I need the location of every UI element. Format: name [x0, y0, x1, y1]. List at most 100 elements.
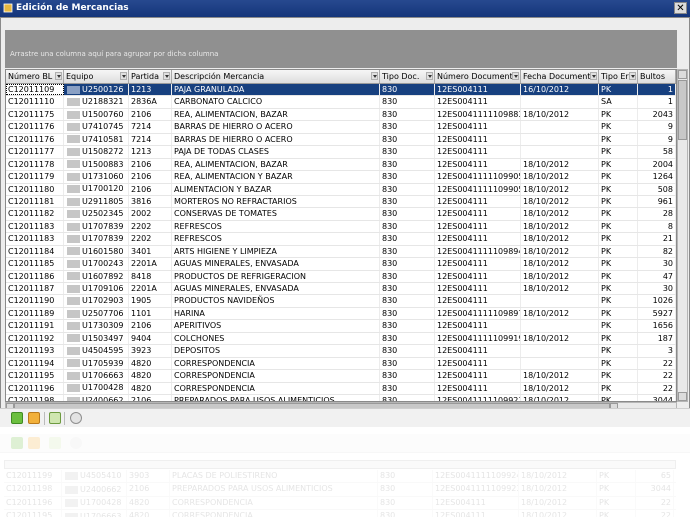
cell-tipo-envase[interactable]: PK: [599, 183, 638, 195]
table-row[interactable]: C12011183 U1707839 2202 REFRESCOS 830 12ES004…: [6, 233, 676, 246]
cell-description[interactable]: CORRESPONDENCIA: [172, 370, 380, 382]
cell-doc-date[interactable]: 18/10/2012: [521, 183, 599, 195]
cell-doc-number[interactable]: 12ES004111: [435, 133, 521, 146]
cell-bl-number[interactable]: C12011196: [6, 382, 64, 394]
cell-description[interactable]: ARTS HIGIENE Y LIMPIEZA: [172, 245, 380, 258]
cell-doc-date[interactable]: 18/10/2012: [521, 245, 599, 258]
cell-doc-number[interactable]: 12ES004111110989795: [435, 307, 521, 320]
cell-doc-number[interactable]: 12ES004111: [435, 258, 521, 270]
cell-partida[interactable]: 2201A: [129, 283, 172, 295]
cell-doc-type[interactable]: 830: [380, 307, 435, 320]
cell-tipo-envase[interactable]: SA: [599, 96, 638, 108]
cell-partida[interactable]: 2106: [129, 171, 172, 183]
cell-bultos[interactable]: 9: [638, 121, 676, 133]
cell-doc-type[interactable]: 830: [380, 320, 435, 332]
cell-doc-date[interactable]: [521, 133, 599, 146]
cell-partida[interactable]: 2202: [129, 220, 172, 233]
cell-doc-date[interactable]: 18/10/2012: [521, 171, 599, 183]
cell-equipment[interactable]: U1700243: [64, 258, 129, 270]
cell-tipo-envase[interactable]: PK: [599, 171, 638, 183]
cell-tipo-envase[interactable]: PK: [599, 332, 638, 345]
cell-tipo-envase[interactable]: PK: [599, 121, 638, 133]
cell-bultos[interactable]: 508: [638, 183, 676, 195]
cell-equipment[interactable]: U2500126: [64, 84, 129, 96]
cell-bultos[interactable]: 22: [638, 382, 676, 394]
cell-doc-number[interactable]: 12ES004111110989480: [435, 245, 521, 258]
cell-description[interactable]: PAJA DE TODAS CLASES: [172, 146, 380, 158]
cell-description[interactable]: REA, ALIMENTACION Y BAZAR: [172, 171, 380, 183]
cell-partida[interactable]: 1213: [129, 146, 172, 158]
cell-doc-number[interactable]: 12ES004111: [435, 370, 521, 382]
table-row[interactable]: C12011193 U4504595 3923 DEPOSITOS 830 12ES004…: [6, 345, 676, 358]
cell-description[interactable]: PRODUCTOS NAVIDEÑOS: [172, 295, 380, 307]
cell-partida[interactable]: 3923: [129, 345, 172, 357]
cell-doc-date[interactable]: 18/10/2012: [521, 382, 599, 394]
cell-partida[interactable]: 8418: [129, 270, 172, 282]
filter-dropdown-icon[interactable]: [512, 72, 519, 80]
column-header-partida[interactable]: Partida: [129, 70, 172, 83]
filter-dropdown-icon[interactable]: [629, 72, 636, 80]
cell-bl-number[interactable]: C12011182: [6, 208, 64, 220]
cell-doc-number[interactable]: 12ES004111: [435, 220, 521, 233]
cell-equipment[interactable]: U1503497: [64, 332, 129, 345]
cell-bl-number[interactable]: C12011176: [6, 121, 64, 133]
cell-doc-number[interactable]: 12ES004111: [435, 146, 521, 158]
refresh-icon[interactable]: [70, 412, 82, 424]
cell-bultos[interactable]: 961: [638, 195, 676, 208]
cell-doc-type[interactable]: 830: [380, 270, 435, 282]
cell-bl-number[interactable]: C12011181: [6, 195, 64, 208]
cell-bl-number[interactable]: C12011198: [6, 394, 64, 401]
cell-bl-number[interactable]: C12011176: [6, 133, 64, 146]
cell-description[interactable]: AGUAS MINERALES, ENVASADA: [172, 258, 380, 270]
accept-icon[interactable]: [11, 412, 23, 424]
cell-doc-type[interactable]: 830: [380, 146, 435, 158]
cell-bl-number[interactable]: C12011183: [6, 233, 64, 245]
table-row[interactable]: C12011194 U1705939 4820 CORRESPONDENCIA 830 1…: [6, 357, 676, 371]
cell-tipo-envase[interactable]: PK: [599, 245, 638, 258]
cell-doc-type[interactable]: 830: [380, 133, 435, 146]
cell-partida[interactable]: 2201A: [129, 258, 172, 270]
column-header-tipo-envase[interactable]: Tipo Er: [599, 70, 638, 83]
cell-doc-number[interactable]: 12ES004111110988378: [435, 108, 521, 121]
cell-description[interactable]: BARRAS DE HIERRO O ACERO: [172, 133, 380, 146]
cell-doc-date[interactable]: 18/10/2012: [521, 108, 599, 121]
table-row[interactable]: C12011185 U1700243 2201A AGUAS MINERALES, E…: [6, 258, 676, 271]
cell-tipo-envase[interactable]: PK: [599, 84, 638, 96]
cell-equipment[interactable]: U1700428: [64, 382, 129, 394]
close-button[interactable]: ✕: [674, 2, 687, 14]
cell-doc-number[interactable]: 12ES004111: [435, 158, 521, 171]
cell-partida[interactable]: 1213: [129, 84, 172, 96]
cell-doc-date[interactable]: 18/10/2012: [521, 158, 599, 171]
table-row[interactable]: C12011176 U7410581 7214 BARRAS DE HIERRO O …: [6, 133, 676, 147]
column-header-doc-type[interactable]: Tipo Doc.: [380, 70, 435, 83]
cell-partida[interactable]: 1905: [129, 295, 172, 307]
cell-partida[interactable]: 2202: [129, 233, 172, 245]
cell-tipo-envase[interactable]: PK: [599, 195, 638, 208]
cell-tipo-envase[interactable]: PK: [599, 208, 638, 220]
cell-doc-date[interactable]: [521, 357, 599, 370]
cell-tipo-envase[interactable]: PK: [599, 370, 638, 382]
cell-description[interactable]: BARRAS DE HIERRO O ACERO: [172, 121, 380, 133]
cell-bl-number[interactable]: C12011110: [6, 96, 64, 108]
cell-doc-date[interactable]: 18/10/2012: [521, 233, 599, 245]
cell-description[interactable]: CORRESPONDENCIA: [172, 382, 380, 394]
table-row[interactable]: C12011191 U1730309 2106 APERITIVOS 830 12ES00…: [6, 320, 676, 333]
cell-bultos[interactable]: 58: [638, 146, 676, 158]
cell-bultos[interactable]: 82: [638, 245, 676, 258]
cell-bultos[interactable]: 8: [638, 220, 676, 233]
cell-equipment[interactable]: U1705939: [64, 357, 129, 370]
cell-description[interactable]: REA, ALIMENTACION, BAZAR: [172, 158, 380, 171]
cell-equipment[interactable]: U2400662: [64, 394, 129, 401]
cell-bultos[interactable]: 2043: [638, 108, 676, 121]
table-row[interactable]: C12011110 U2188321 2836A CARBONATO CALCICO 8…: [6, 96, 676, 109]
cell-doc-number[interactable]: 12ES004111: [435, 320, 521, 332]
cell-doc-date[interactable]: 18/10/2012: [521, 208, 599, 220]
table-row[interactable]: C12011178 U1500883 2106 REA, ALIMENTACION, …: [6, 158, 676, 172]
cell-description[interactable]: HARINA: [172, 307, 380, 320]
cell-equipment[interactable]: U7410745: [64, 121, 129, 133]
cell-doc-type[interactable]: 830: [380, 283, 435, 295]
cell-tipo-envase[interactable]: PK: [599, 394, 638, 401]
cell-equipment[interactable]: U1500883: [64, 158, 129, 171]
cell-description[interactable]: CORRESPONDENCIA: [172, 357, 380, 370]
cell-partida[interactable]: 4820: [129, 357, 172, 370]
